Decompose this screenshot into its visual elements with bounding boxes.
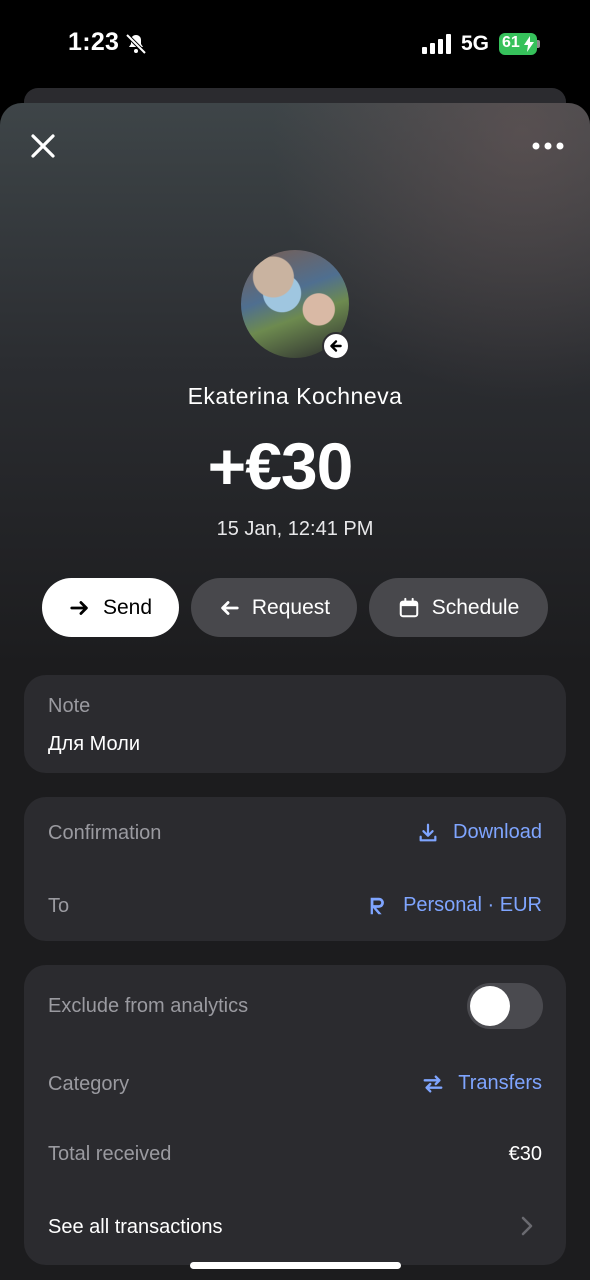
- see-all-transactions-row[interactable]: See all transactions: [24, 1197, 566, 1257]
- transaction-datetime: 15 Jan, 12:41 PM: [216, 518, 374, 540]
- transfer-icon: [423, 1074, 443, 1093]
- battery-level: 61: [502, 34, 520, 51]
- bolt-icon: [524, 36, 534, 52]
- schedule-label: Schedule: [431, 595, 520, 619]
- category-value: Transfers: [458, 1072, 542, 1094]
- more-icon[interactable]: [530, 139, 566, 153]
- category-button[interactable]: Transfers: [422, 1072, 542, 1095]
- send-button[interactable]: Send: [42, 578, 179, 637]
- see-all-label: See all transactions: [48, 1216, 223, 1238]
- details-card: Confirmation Download To Personal · EUR: [24, 797, 566, 941]
- home-indicator[interactable]: [190, 1262, 401, 1269]
- arrow-right-icon: [70, 600, 88, 615]
- to-label: To: [48, 895, 70, 917]
- category-label: Category: [48, 1073, 130, 1095]
- revolut-icon: [370, 897, 385, 914]
- toggle-knob: [470, 986, 510, 1026]
- download-icon: [419, 823, 437, 841]
- exclude-analytics-label: Exclude from analytics: [48, 995, 249, 1017]
- exclude-analytics-toggle[interactable]: [467, 983, 543, 1029]
- to-account-label: Personal · EUR: [403, 894, 542, 916]
- note-title: Note: [48, 695, 91, 717]
- network-label: 5G: [461, 32, 490, 55]
- bell-slash-icon: [125, 33, 147, 55]
- note-card[interactable]: Note Для Моли: [24, 675, 566, 773]
- arrow-left-icon: [221, 600, 239, 615]
- total-received-label: Total received: [48, 1143, 172, 1165]
- chevron-right-icon: [521, 1216, 533, 1236]
- battery-indicator: 61: [499, 33, 541, 55]
- status-bar: 1:23 5G 61: [0, 0, 590, 90]
- arrow-left-icon: [326, 336, 346, 356]
- close-icon[interactable]: [28, 131, 58, 161]
- download-button[interactable]: Download: [417, 821, 542, 844]
- calendar-icon: [399, 597, 418, 617]
- send-label: Send: [102, 595, 153, 619]
- schedule-button[interactable]: Schedule: [369, 578, 548, 637]
- to-account[interactable]: Personal · EUR: [367, 894, 542, 917]
- confirmation-label: Confirmation: [48, 822, 162, 844]
- transaction-sheet: Ekaterina Kochneva +€30 15 Jan, 12:41 PM…: [0, 103, 590, 1280]
- request-label: Request: [251, 595, 331, 619]
- incoming-badge: [322, 332, 350, 360]
- signal-icon: [422, 34, 451, 54]
- note-text: Для Моли: [48, 733, 141, 755]
- settings-card: Exclude from analytics Category Transfer…: [24, 965, 566, 1265]
- transaction-amount: +€30: [207, 429, 354, 503]
- status-time: 1:23: [68, 28, 120, 56]
- total-received-value: €30: [508, 1143, 542, 1165]
- download-label: Download: [453, 821, 542, 843]
- request-button[interactable]: Request: [191, 578, 357, 637]
- contact-name: Ekaterina Kochneva: [187, 383, 403, 409]
